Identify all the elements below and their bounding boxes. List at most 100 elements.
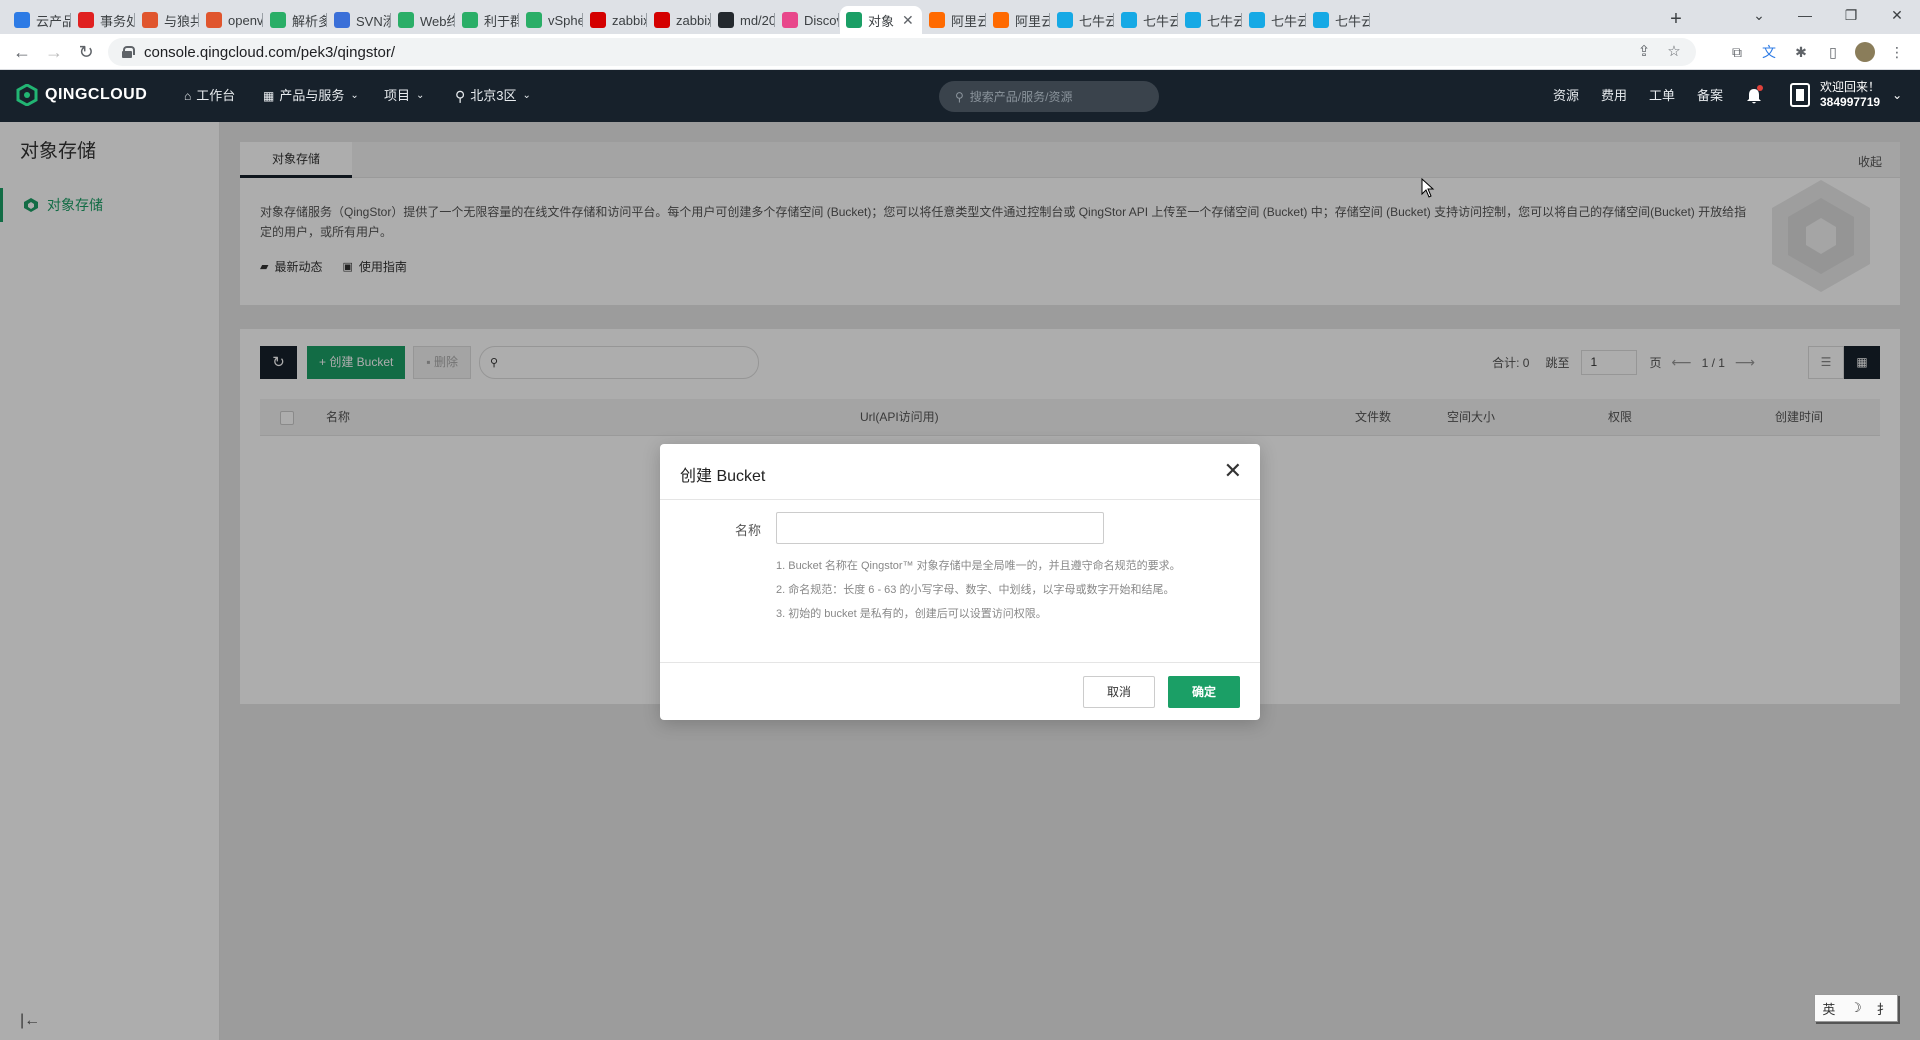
browser-tab[interactable]: Web终 bbox=[392, 6, 455, 34]
profile-avatar[interactable] bbox=[1854, 41, 1876, 63]
grid-icon: ▦ bbox=[263, 89, 275, 103]
browser-tab[interactable]: 与狼共 bbox=[136, 6, 199, 34]
qingcloud-icon bbox=[846, 12, 862, 28]
cube-icon bbox=[398, 12, 414, 28]
browser-tab[interactable]: Discov bbox=[776, 6, 839, 34]
tab-separator bbox=[1049, 13, 1050, 27]
zabbix-icon bbox=[590, 12, 606, 28]
minimize-button[interactable]: — bbox=[1782, 0, 1828, 30]
tab-separator bbox=[985, 13, 986, 27]
nav-region[interactable]: ⚲ 北京3区 ⌄ bbox=[455, 70, 531, 122]
cancel-button[interactable]: 取消 bbox=[1083, 676, 1155, 708]
huawei-icon bbox=[78, 12, 94, 28]
browser-tab-label: SVN添 bbox=[356, 13, 391, 29]
browser-tab[interactable]: SVN添 bbox=[328, 6, 391, 34]
naming-hints: 1. Bucket 名称在 Qingstor™ 对象存储中是全局唯一的，并且遵守… bbox=[776, 554, 1181, 626]
tab-separator bbox=[1113, 13, 1114, 27]
global-search-input[interactable] bbox=[969, 89, 1140, 104]
chevron-down-icon: ⌄ bbox=[522, 90, 531, 101]
qiniu-icon bbox=[1249, 12, 1265, 28]
dialog-footer: 取消 确定 bbox=[660, 662, 1260, 720]
dialog-header: 创建 Bucket ✕ bbox=[660, 444, 1260, 500]
close-tab-icon[interactable]: ✕ bbox=[902, 12, 914, 29]
nav-filing[interactable]: 备案 bbox=[1697, 70, 1723, 122]
tab-search-icon[interactable]: ⌄ bbox=[1736, 0, 1782, 30]
browser-tab[interactable]: 解析多 bbox=[264, 6, 327, 34]
forward-icon[interactable]: → bbox=[42, 40, 66, 64]
tab-separator bbox=[390, 13, 391, 27]
browser-tab-label: 与狼共 bbox=[164, 13, 199, 29]
browser-tab-label: 利于群 bbox=[484, 13, 519, 29]
extension-icon[interactable]: ⧉ bbox=[1726, 41, 1748, 63]
tab-separator bbox=[710, 13, 711, 27]
back-icon[interactable]: ← bbox=[10, 40, 34, 64]
qingcloud-logo[interactable]: QINGCLOUD bbox=[16, 84, 147, 106]
bookmark-star-icon[interactable]: ☆ bbox=[1662, 38, 1686, 66]
browser-tab[interactable]: 利于群 bbox=[456, 6, 519, 34]
ime-language-icon: 英 bbox=[1822, 1001, 1836, 1017]
browser-tab-label: 七牛云 bbox=[1271, 13, 1306, 29]
browser-tab[interactable]: zabbix bbox=[648, 6, 711, 34]
share-icon[interactable]: ⇪ bbox=[1632, 38, 1656, 66]
close-window-button[interactable]: ✕ bbox=[1874, 0, 1920, 30]
browser-tab-label: Web终 bbox=[420, 13, 455, 29]
wechat-icon bbox=[270, 12, 286, 28]
search-icon: ⚲ bbox=[955, 89, 964, 104]
browser-tab[interactable]: vSphe bbox=[520, 6, 583, 34]
dialog-title: 创建 Bucket bbox=[680, 468, 766, 485]
nav-resources[interactable]: 资源 bbox=[1553, 70, 1579, 122]
sidepanel-icon[interactable]: ▯ bbox=[1822, 41, 1844, 63]
browser-tab[interactable]: 对象 ✕ bbox=[840, 6, 922, 34]
tab-separator bbox=[1305, 13, 1306, 27]
address-bar[interactable]: console.qingcloud.com/pek3/qingstor/ ⇪ ☆ bbox=[108, 38, 1696, 66]
tab-separator bbox=[1241, 13, 1242, 27]
doc-icon bbox=[334, 12, 350, 28]
tab-separator bbox=[582, 13, 583, 27]
browser-tab[interactable]: md/20 bbox=[712, 6, 775, 34]
nav-billing[interactable]: 费用 bbox=[1601, 70, 1627, 122]
browser-tab[interactable]: 阿里云 bbox=[923, 6, 986, 34]
browser-tab[interactable]: 七牛云 bbox=[1243, 6, 1306, 34]
global-search[interactable]: ⚲ bbox=[939, 81, 1159, 112]
browser-tab-label: vSphe bbox=[548, 12, 583, 28]
notification-bell-icon[interactable] bbox=[1745, 85, 1763, 105]
browser-tab-label: 解析多 bbox=[292, 13, 327, 29]
browser-menu-icon[interactable]: ⋮ bbox=[1886, 41, 1908, 63]
name-label: 名称 bbox=[735, 523, 762, 538]
browser-tab[interactable]: 事务处 bbox=[72, 6, 135, 34]
browser-tab[interactable]: 七牛云 bbox=[1115, 6, 1178, 34]
wechat-icon bbox=[462, 12, 478, 28]
confirm-button[interactable]: 确定 bbox=[1168, 676, 1240, 708]
maximize-button[interactable]: ❐ bbox=[1828, 0, 1874, 30]
browser-tab[interactable]: 云产品 bbox=[8, 6, 71, 34]
tab-separator bbox=[70, 13, 71, 27]
tab-separator bbox=[1177, 13, 1178, 27]
browser-tab[interactable]: zabbix bbox=[584, 6, 647, 34]
bucket-name-input[interactable] bbox=[776, 512, 1104, 544]
zabbix-icon bbox=[654, 12, 670, 28]
location-pin-icon: ⚲ bbox=[455, 88, 466, 104]
puzzle-icon[interactable]: ✱ bbox=[1790, 41, 1812, 63]
qiniu-icon bbox=[1057, 12, 1073, 28]
nav-products[interactable]: ▦ 产品与服务 ⌄ bbox=[263, 70, 359, 122]
translate-icon[interactable]: 文 bbox=[1758, 41, 1780, 63]
new-tab-button[interactable]: + bbox=[1662, 6, 1690, 34]
app-top-nav: QINGCLOUD ⌂ 工作台 ▦ 产品与服务 ⌄ 项目 ⌄ ⚲ 北京3区 ⌄ … bbox=[0, 70, 1920, 122]
nav-project[interactable]: 项目 ⌄ bbox=[384, 70, 424, 122]
browser-tab[interactable]: 七牛云 bbox=[1307, 6, 1370, 34]
chevron-down-icon: ⌄ bbox=[1892, 88, 1903, 102]
nav-workbench[interactable]: ⌂ 工作台 bbox=[184, 70, 235, 122]
user-menu[interactable]: 欢迎回来！ 384997719 ⌄ bbox=[1790, 80, 1902, 110]
browser-tab[interactable]: 阿里云 bbox=[987, 6, 1050, 34]
browser-tab-label: 阿里云 bbox=[951, 13, 986, 29]
reload-icon[interactable]: ↻ bbox=[74, 40, 98, 64]
browser-tab-label: Discov bbox=[804, 12, 839, 28]
browser-tab[interactable]: 七牛云 bbox=[1051, 6, 1114, 34]
nav-project-label: 项目 bbox=[384, 88, 411, 103]
nav-tickets[interactable]: 工单 bbox=[1649, 70, 1675, 122]
ime-moon-icon: ☽ bbox=[1850, 1000, 1862, 1015]
browser-tab[interactable]: 七牛云 bbox=[1179, 6, 1242, 34]
close-icon[interactable]: ✕ bbox=[1224, 458, 1242, 484]
browser-tab[interactable]: openv bbox=[200, 6, 263, 34]
ime-toolbar[interactable]: 英 ☽ ⺘ bbox=[1814, 994, 1898, 1022]
